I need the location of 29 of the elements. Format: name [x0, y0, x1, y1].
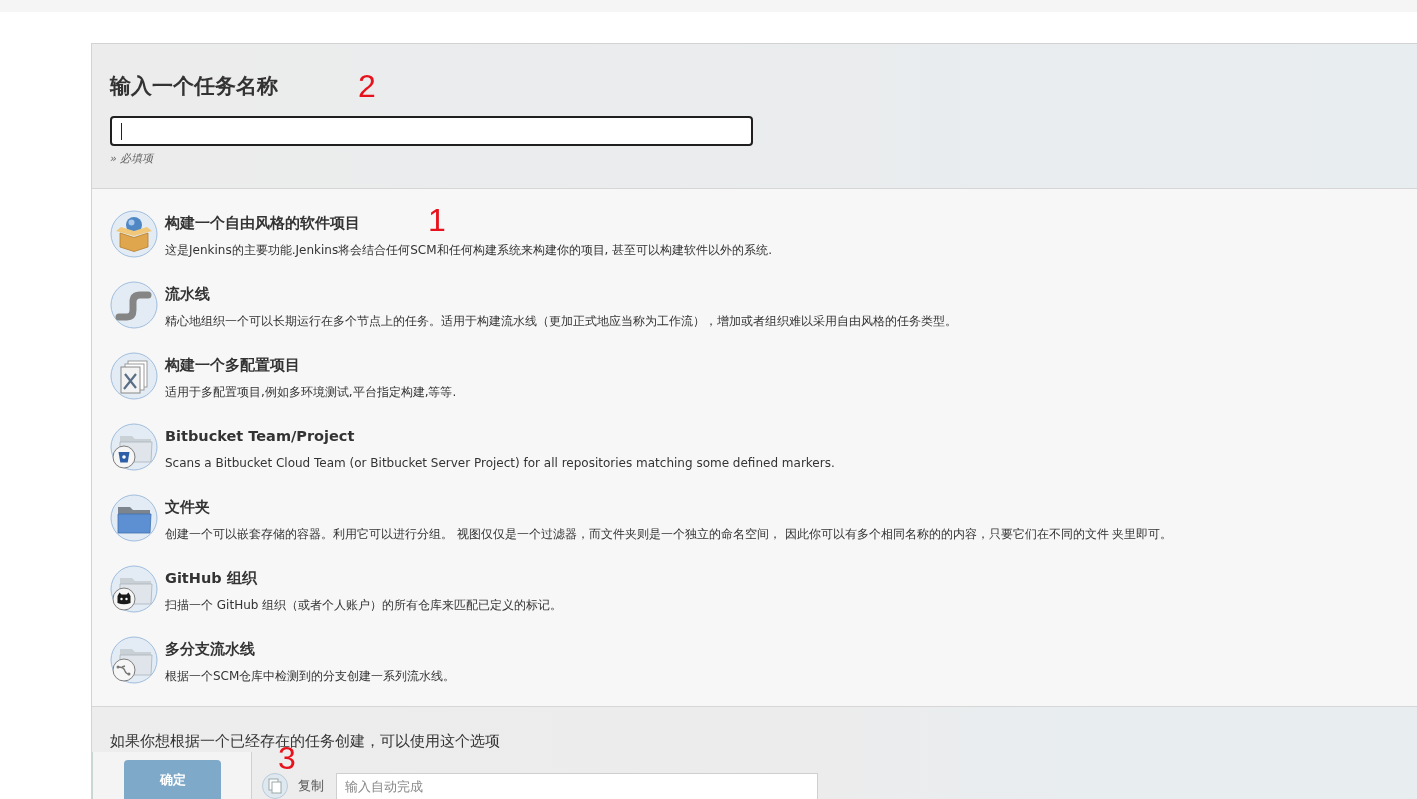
folder-cat-icon: [110, 565, 158, 613]
item-type-description: 适用于多配置项目,例如多环境测试,平台指定构建,等等.: [165, 384, 457, 400]
item-type-title: 文件夹: [165, 498, 210, 517]
pipe-icon: [110, 281, 158, 329]
item-type-description: 精心地组织一个可以长期运行在多个节点上的任务。适用于构建流水线（更加正式地应当称为工作流），增加或者组织难以采用自由风格的任务类型。: [165, 313, 957, 329]
item-type-description: 创建一个可以嵌套存储的容器。利用它可以进行分组。 视图仅仅是一个过滤器，而文件夹则是一个独立的命名空间， 因此你可以有多个相同名称的的内容，只要它们在不同的文件 夹里即可。: [165, 526, 1173, 542]
folder-branch-icon: [110, 636, 158, 684]
folder-bucket-icon: [110, 423, 158, 471]
text-cursor-icon: [121, 122, 122, 140]
annotation-number: 2: [358, 71, 376, 101]
item-type-description: Scans a Bitbucket Cloud Team (or Bitbucket Server Project) for all repositories matching some defined markers.: [165, 455, 835, 471]
item-type-description: 这是Jenkins的主要功能.Jenkins将会结合任何SCM和任何构建系统来构建你的项目, 甚至可以构建软件以外的系统.: [165, 242, 772, 258]
copy-from-input-field[interactable]: 输入自动完成: [336, 773, 818, 799]
item-type-description: 根据一个SCM仓库中检测到的分支创建一系列流水线。: [165, 668, 456, 684]
item-type-description: 扫描一个 GitHub 组织（或者个人账户）的所有仓库来匹配已定义的标记。: [165, 597, 563, 613]
folder-icon: [110, 494, 158, 542]
item-type-title: GitHub 组织: [165, 569, 257, 588]
name-input-field[interactable]: [110, 116, 753, 146]
item-type-title: Bitbucket Team/Project: [165, 427, 355, 446]
item-type-title: 构建一个多配置项目: [165, 356, 300, 375]
package-icon: [110, 210, 158, 258]
item-type-title: 流水线: [165, 285, 210, 304]
item-type-title: 构建一个自由风格的软件项目: [165, 214, 360, 233]
documents-icon: [110, 352, 158, 400]
page-title: 输入一个任务名称: [110, 73, 278, 100]
copy-icon: [262, 773, 288, 799]
item-type-title: 多分支流水线: [165, 640, 255, 659]
required-hint: » 必填项: [110, 152, 155, 166]
copy-label: 复制: [298, 778, 324, 794]
